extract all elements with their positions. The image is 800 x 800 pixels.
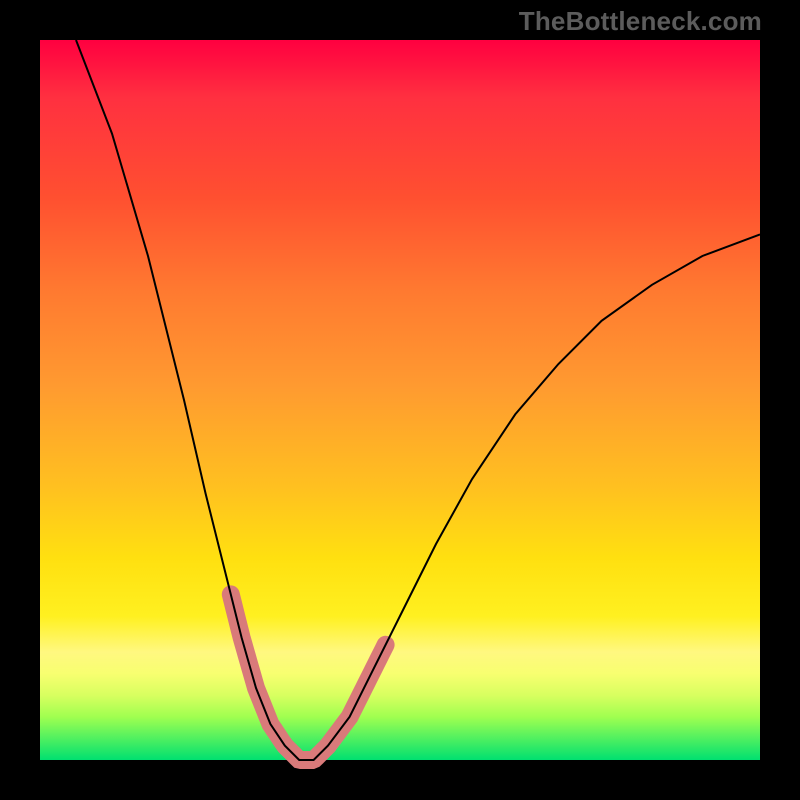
bottleneck-curve: [76, 40, 760, 760]
highlight-bands: [231, 594, 386, 760]
chart-frame: TheBottleneck.com: [0, 0, 800, 800]
attribution-label: TheBottleneck.com: [519, 6, 762, 37]
plot-svg: [40, 40, 760, 760]
left-band: [231, 594, 274, 729]
